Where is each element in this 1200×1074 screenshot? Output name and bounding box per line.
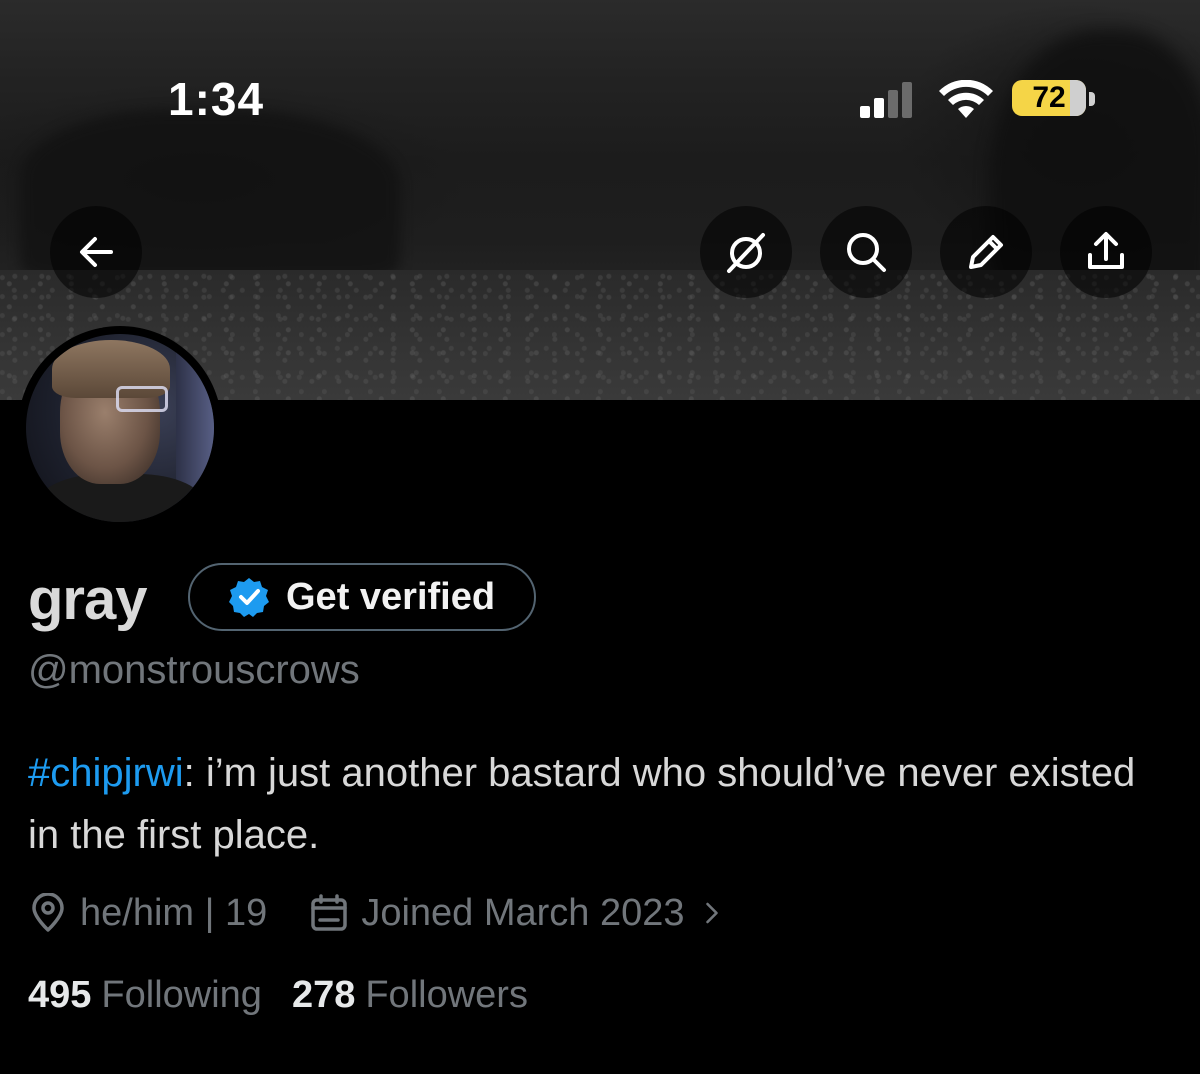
following-label: Following	[101, 974, 262, 1016]
battery-level: 72	[1032, 81, 1066, 114]
followers-label: Followers	[365, 974, 528, 1016]
joined-text: Joined March 2023	[361, 891, 685, 934]
status-time: 1:34	[168, 73, 265, 125]
chevron-right-icon	[705, 902, 718, 924]
arrow-left-icon	[80, 237, 113, 267]
bio-text: : i’m just another bastard who should’ve…	[28, 751, 1136, 857]
back-button[interactable]	[50, 206, 142, 298]
profile-handle: @monstrouscrows	[28, 648, 360, 692]
location-item: he/him | 19	[28, 892, 267, 935]
profile-meta: he/him | 19 Joined March 2023	[28, 888, 769, 938]
bio-hashtag-link[interactable]: #chipjrwi	[28, 751, 184, 795]
grok-button[interactable]	[700, 206, 792, 298]
profile-bio: #chipjrwi: i’m just another bastard who …	[28, 742, 1168, 866]
battery-indicator: 72	[1012, 80, 1086, 116]
search-icon	[847, 233, 886, 272]
edit-profile-button[interactable]	[940, 206, 1032, 298]
joined-item[interactable]: Joined March 2023	[309, 892, 726, 935]
follow-counts: 495 Following 278 Followers	[28, 974, 528, 1017]
wifi-icon	[939, 80, 993, 118]
get-verified-button[interactable]: Get verified	[188, 563, 536, 631]
location-text: he/him | 19	[80, 891, 268, 934]
following-link[interactable]: 495 Following	[28, 974, 262, 1017]
grok-icon	[727, 233, 765, 273]
location-pin-icon	[32, 893, 64, 932]
followers-count: 278	[291, 974, 356, 1016]
avatar-photo	[26, 334, 214, 522]
search-button[interactable]	[820, 206, 912, 298]
battery-nub	[1089, 92, 1095, 106]
pencil-icon	[969, 235, 1003, 269]
share-button[interactable]	[1060, 206, 1152, 298]
followers-link[interactable]: 278 Followers	[292, 974, 528, 1017]
share-icon	[1088, 232, 1124, 269]
cellular-signal-icon	[860, 82, 920, 118]
profile-banner[interactable]	[0, 0, 1200, 400]
get-verified-label: Get verified	[286, 575, 496, 618]
calendar-icon	[311, 894, 348, 931]
display-name: gray	[28, 567, 148, 632]
profile-avatar[interactable]	[18, 326, 222, 530]
following-count: 495	[28, 974, 92, 1016]
verified-badge-icon	[229, 578, 269, 617]
